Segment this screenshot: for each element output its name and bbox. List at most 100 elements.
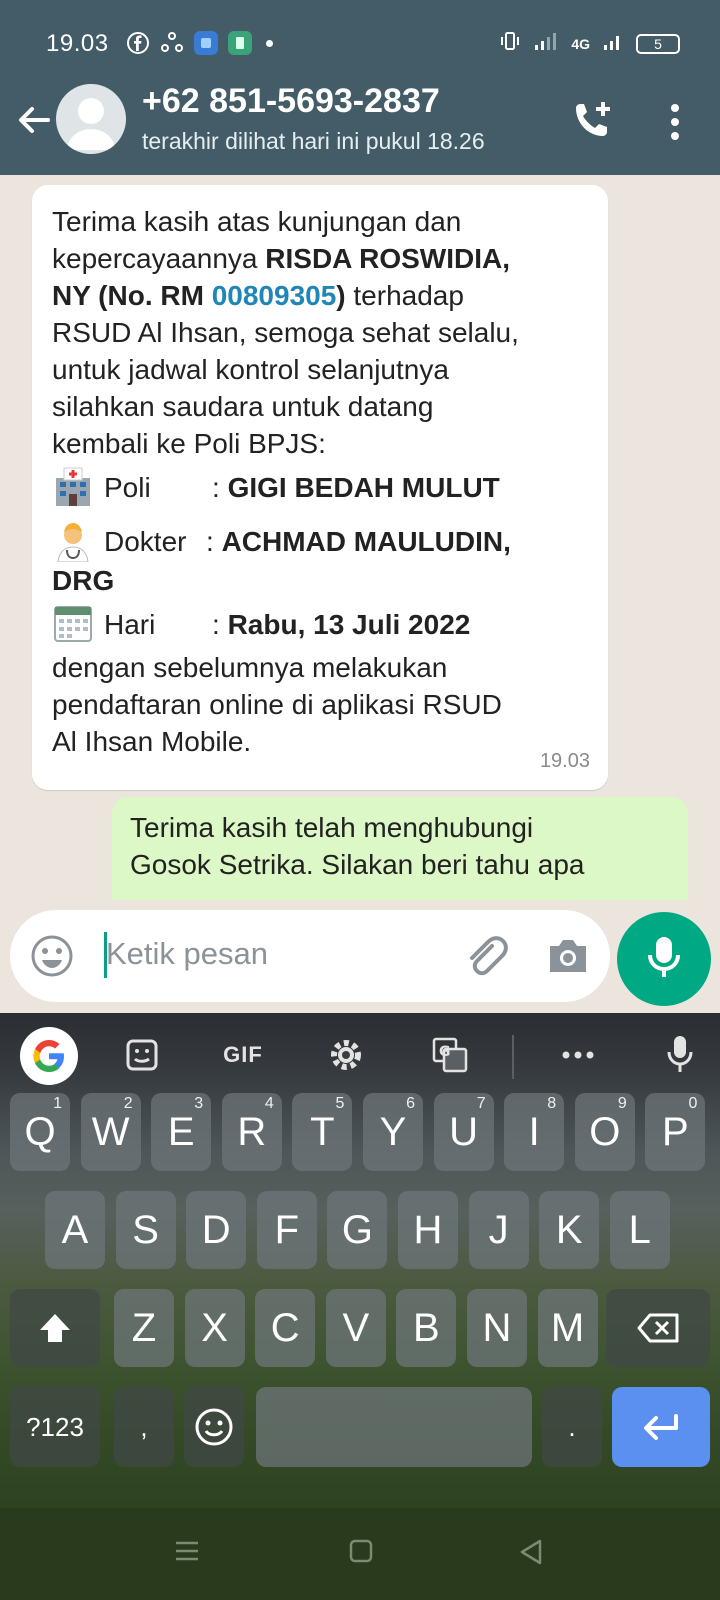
symbols-key[interactable]: ?123	[10, 1387, 100, 1467]
key-hint: 6	[406, 1095, 415, 1112]
rm-number-link[interactable]: 00809305	[212, 280, 337, 311]
key-b[interactable]: B	[396, 1289, 457, 1367]
message-line: kepercayaannya RISDA ROSWIDIA,	[52, 240, 588, 277]
key-label: R	[237, 1109, 267, 1154]
key-e[interactable]: E3	[151, 1093, 212, 1171]
toolbar-divider	[512, 1035, 514, 1079]
emoji-key[interactable]	[184, 1387, 244, 1467]
status-right: 4G 5	[499, 30, 680, 57]
key-label: Z	[131, 1305, 157, 1350]
message-line: Gosok Setrika. Silakan beri tahu apa	[130, 849, 585, 880]
svg-text:G: G	[439, 1044, 451, 1060]
microphone-icon	[644, 933, 684, 986]
key-label: C	[270, 1305, 300, 1350]
translate-icon[interactable]: G	[430, 1035, 470, 1075]
emoji-icon	[195, 1408, 233, 1446]
key-f[interactable]: F	[256, 1191, 317, 1269]
message-line: pendaftaran online di aplikasi RSUD	[52, 689, 502, 720]
more-icon[interactable]	[558, 1035, 598, 1075]
key-label: H	[413, 1207, 443, 1252]
attach-icon[interactable]	[462, 932, 508, 980]
key-p[interactable]: P0	[645, 1093, 706, 1171]
key-z[interactable]: Z	[114, 1289, 174, 1367]
recent-apps-icon[interactable]	[174, 1538, 200, 1569]
outgoing-message[interactable]: Terima kasih telah menghubungi Gosok Set…	[112, 797, 688, 900]
key-s[interactable]: S	[115, 1191, 176, 1269]
key-n[interactable]: N	[467, 1289, 527, 1367]
back-arrow-icon[interactable]	[14, 100, 54, 140]
key-x[interactable]: X	[184, 1289, 245, 1367]
key-o[interactable]: O9	[574, 1093, 635, 1171]
key-label: Y	[379, 1109, 407, 1154]
top-bar: 19.03 4G 5 +62 851-5693-2837 terakhir di…	[0, 0, 720, 175]
more-options-icon[interactable]	[660, 102, 690, 142]
app-icon	[194, 31, 218, 55]
key-i[interactable]: I8	[504, 1093, 565, 1171]
system-navigation-bar	[0, 1508, 720, 1600]
camera-icon[interactable]	[546, 934, 590, 978]
chat-area[interactable]: Terima kasih atas kunjungan dan kepercay…	[0, 175, 720, 900]
doctor-label: Dokter	[104, 525, 187, 557]
sticker-icon[interactable]	[122, 1035, 162, 1075]
poli-label: Poli	[104, 471, 151, 503]
key-w[interactable]: W2	[80, 1093, 141, 1171]
key-v[interactable]: V	[325, 1289, 386, 1367]
google-icon[interactable]	[20, 1027, 78, 1085]
emoji-icon[interactable]	[30, 934, 74, 978]
rm-suffix: )	[336, 280, 346, 311]
backspace-key[interactable]	[606, 1289, 710, 1367]
message-line: Terima kasih atas kunjungan dan	[52, 206, 462, 237]
vibrate-icon	[499, 30, 521, 57]
key-t[interactable]: T5	[292, 1093, 353, 1171]
doctor-row: Dokter : ACHMAD MAULUDIN,	[52, 520, 588, 563]
key-u[interactable]: U7	[433, 1093, 494, 1171]
back-icon[interactable]	[518, 1538, 544, 1571]
shift-key[interactable]	[10, 1289, 100, 1367]
doctor-icon	[52, 520, 94, 563]
key-label: F	[274, 1207, 300, 1252]
key-label: J	[488, 1207, 509, 1252]
key-k[interactable]: K	[539, 1191, 600, 1269]
app-icon-green	[228, 31, 252, 55]
avatar[interactable]	[56, 84, 126, 154]
key-y[interactable]: Y6	[363, 1093, 423, 1171]
period-key[interactable]: .	[542, 1387, 602, 1467]
day-value: Rabu, 13 Juli 2022	[227, 608, 471, 640]
facebook-icon	[126, 31, 150, 55]
key-a[interactable]: A	[45, 1191, 105, 1269]
keyboard[interactable]: GIF G Q1W2E3R4T5Y6U7I8O9P0ASDFGHJKLZXCVB…	[0, 1013, 720, 1508]
message-line: dengan sebelumnya melakukan	[52, 652, 448, 683]
colon: :	[212, 608, 228, 640]
home-icon[interactable]	[348, 1538, 374, 1569]
key-m[interactable]: M	[537, 1289, 598, 1367]
key-g[interactable]: G	[327, 1191, 388, 1269]
key-j[interactable]: J	[468, 1191, 529, 1269]
key-hint: 7	[476, 1095, 486, 1112]
space-key[interactable]	[256, 1387, 532, 1467]
key-hint: 0	[688, 1095, 698, 1112]
comma-key[interactable]: ,	[114, 1387, 174, 1467]
settings-gear-icon[interactable]	[326, 1035, 366, 1075]
enter-key[interactable]	[612, 1387, 710, 1467]
add-call-icon[interactable]	[570, 98, 618, 142]
message-time: 19.03	[539, 750, 590, 772]
key-label: W	[91, 1109, 130, 1154]
key-r[interactable]: R4	[221, 1093, 282, 1171]
key-h[interactable]: H	[398, 1191, 458, 1269]
gif-button[interactable]: GIF	[218, 1035, 268, 1075]
key-d[interactable]: D	[186, 1191, 247, 1269]
voice-record-button[interactable]	[617, 912, 711, 1006]
key-hint: 9	[617, 1095, 627, 1112]
message-line: Terima kasih telah menghubungi	[130, 812, 534, 843]
contact-name[interactable]: +62 851-5693-2837	[142, 82, 440, 121]
message-composer[interactable]: Ketik pesan	[10, 910, 610, 1002]
key-l[interactable]: L	[609, 1191, 670, 1269]
voice-input-icon[interactable]	[660, 1035, 700, 1075]
message-line: NY (No. RM 00809305) terhadap	[52, 277, 588, 314]
message-input[interactable]: Ketik pesan	[106, 936, 268, 972]
incoming-message[interactable]: Terima kasih atas kunjungan dan kepercay…	[32, 185, 608, 790]
key-q[interactable]: Q1	[10, 1093, 70, 1171]
key-c[interactable]: C	[255, 1289, 316, 1367]
backspace-icon	[637, 1313, 679, 1343]
hospital-icon	[52, 466, 94, 508]
